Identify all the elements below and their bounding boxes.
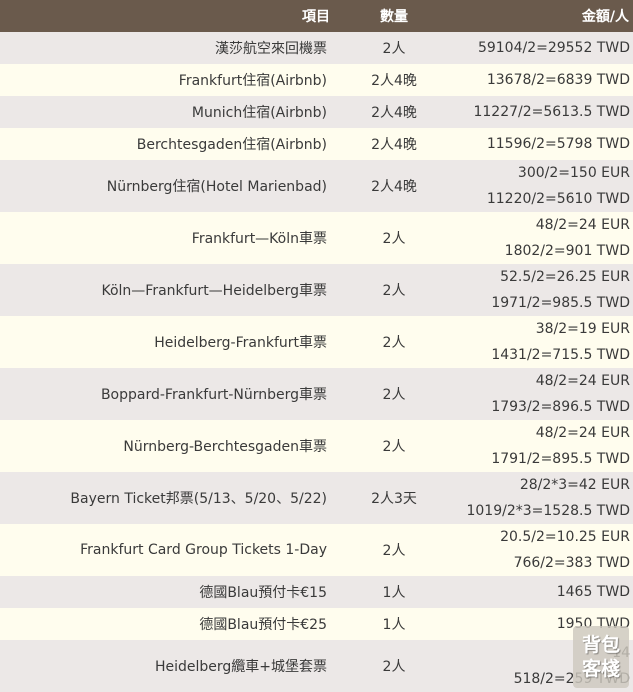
amount-line: 48/2=24 EUR [535, 217, 630, 233]
row-amount: 1465 TWD [454, 576, 633, 608]
table-row: Frankfurt住宿(Airbnb) 2人4晚 13678/2=6839 TW… [0, 64, 633, 96]
amount-line: 11227/2=5613.5 TWD [473, 104, 630, 120]
row-amount: 13678/2=6839 TWD [454, 64, 633, 96]
row-amount: 48/2=24 EUR 1791/2=895.5 TWD [454, 420, 633, 472]
amount-line: 11220/2=5610 TWD [486, 191, 630, 207]
amount-line: 1802/2=901 TWD [504, 243, 630, 259]
table-header: 項目 數量 金額/人 [0, 0, 633, 32]
row-qty: 2人 [382, 41, 406, 57]
header-row: 項目 數量 金額/人 [0, 0, 633, 32]
row-qty: 2人4晚 [371, 105, 417, 121]
amount-line: 300/2=150 EUR [517, 165, 630, 181]
row-amount: 11227/2=5613.5 TWD [454, 96, 633, 128]
table-row: Bayern Ticket邦票(5/13、5/20、5/22) 2人3天 28/… [0, 472, 633, 524]
row-item: 德國Blau預付卡€25 [199, 617, 327, 633]
amount-line: 48/2=24 EUR [535, 373, 630, 389]
row-qty: 2人3天 [371, 491, 417, 507]
table-row: Heidelberg-Frankfurt車票 2人 38/2=19 EUR 143… [0, 316, 633, 368]
table-body: 漢莎航空來回機票 2人 59104/2=29552 TWD Frankfurt住… [0, 32, 633, 692]
row-item: Frankfurt Card Group Tickets 1-Day [80, 542, 327, 558]
amount-line: 1791/2=895.5 TWD [491, 451, 630, 467]
row-qty: 2人 [382, 231, 406, 247]
row-item: Heidelberg-Frankfurt車票 [154, 335, 327, 351]
header-item: 項目 [302, 9, 330, 25]
table-row: Köln—Frankfurt—Heidelberg車票 2人 52.5/2=26… [0, 264, 633, 316]
row-qty: 2人 [382, 335, 406, 351]
row-amount: 38/2=19 EUR 1431/2=715.5 TWD [454, 316, 633, 368]
table-row: Nürnberg住宿(Hotel Marienbad) 2人4晚 300/2=1… [0, 160, 633, 212]
row-amount: 59104/2=29552 TWD [454, 32, 633, 64]
amount-line: 1465 TWD [556, 584, 630, 600]
amount-line: 59104/2=29552 TWD [477, 40, 630, 56]
row-qty: 1人 [382, 585, 406, 601]
amount-line: 48/2=24 EUR [535, 425, 630, 441]
row-item: Nürnberg-Berchtesgaden車票 [123, 439, 327, 455]
watermark-line-2: 客棧 [581, 658, 620, 680]
row-amount: 20.5/2=10.25 EUR 766/2=383 TWD [454, 524, 633, 576]
row-amount: 48/2=24 EUR 1802/2=901 TWD [454, 212, 633, 264]
table-row: 德國Blau預付卡€25 1人 1950 TWD [0, 608, 633, 640]
row-qty: 2人 [382, 387, 406, 403]
watermark-logo: 背包 客棧 [573, 626, 629, 688]
row-item: Nürnberg住宿(Hotel Marienbad) [106, 179, 327, 195]
row-qty: 2人4晚 [371, 73, 417, 89]
amount-line: 52.5/2=26.25 EUR [500, 269, 630, 285]
row-item: Heidelberg纜車+城堡套票 [154, 659, 327, 675]
cost-table: 項目 數量 金額/人 漢莎航空來回機票 2人 59104/2=29552 TWD… [0, 0, 633, 692]
amount-line: 1019/2*3=1528.5 TWD [466, 503, 630, 519]
row-item: 德國Blau預付卡€15 [199, 585, 327, 601]
amount-line: 11596/2=5798 TWD [486, 136, 630, 152]
table-row: Munich住宿(Airbnb) 2人4晚 11227/2=5613.5 TWD [0, 96, 633, 128]
amount-line: 28/2*3=42 EUR [519, 477, 630, 493]
row-qty: 2人4晚 [371, 137, 417, 153]
row-amount: 28/2*3=42 EUR 1019/2*3=1528.5 TWD [454, 472, 633, 524]
row-qty: 1人 [382, 617, 406, 633]
amount-line: 20.5/2=10.25 EUR [500, 529, 630, 545]
row-item: Bayern Ticket邦票(5/13、5/20、5/22) [70, 491, 327, 507]
table-row: Frankfurt—Köln車票 2人 48/2=24 EUR 1802/2=90… [0, 212, 633, 264]
row-amount: 48/2=24 EUR 1793/2=896.5 TWD [454, 368, 633, 420]
amount-line: 1431/2=715.5 TWD [491, 347, 630, 363]
table-row: Boppard-Frankfurt-Nürnberg車票 2人 48/2=24 … [0, 368, 633, 420]
amount-line: 38/2=19 EUR [535, 321, 630, 337]
amount-line: 1793/2=896.5 TWD [491, 399, 630, 415]
row-qty: 2人 [382, 543, 406, 559]
row-qty: 2人 [382, 439, 406, 455]
row-item: Frankfurt住宿(Airbnb) [178, 73, 327, 89]
amount-line: 13678/2=6839 TWD [486, 72, 630, 88]
row-amount: 52.5/2=26.25 EUR 1971/2=985.5 TWD [454, 264, 633, 316]
table-row: Nürnberg-Berchtesgaden車票 2人 48/2=24 EUR 1… [0, 420, 633, 472]
row-item: Köln—Frankfurt—Heidelberg車票 [101, 283, 327, 299]
amount-line: 1971/2=985.5 TWD [491, 295, 630, 311]
table-row: Berchtesgaden住宿(Airbnb) 2人4晚 11596/2=579… [0, 128, 633, 160]
row-amount: 300/2=150 EUR 11220/2=5610 TWD [454, 160, 633, 212]
watermark-line-1: 背包 [581, 634, 620, 656]
amount-line: 766/2=383 TWD [513, 555, 630, 571]
row-qty: 2人 [382, 659, 406, 675]
row-item: Munich住宿(Airbnb) [191, 105, 327, 121]
row-qty: 2人 [382, 283, 406, 299]
table-row: Frankfurt Card Group Tickets 1-Day 2人 20… [0, 524, 633, 576]
table-row: Heidelberg纜車+城堡套票 2人 14518/2=259 TWD [0, 640, 633, 692]
header-amount: 金額/人 [581, 9, 629, 25]
row-amount: 11596/2=5798 TWD [454, 128, 633, 160]
row-item: Boppard-Frankfurt-Nürnberg車票 [100, 387, 327, 403]
table-row: 漢莎航空來回機票 2人 59104/2=29552 TWD [0, 32, 633, 64]
table-row: 德國Blau預付卡€15 1人 1465 TWD [0, 576, 633, 608]
row-item: 漢莎航空來回機票 [215, 41, 327, 57]
row-item: Berchtesgaden住宿(Airbnb) [136, 137, 327, 153]
row-qty: 2人4晚 [371, 179, 417, 195]
header-qty: 數量 [380, 9, 408, 25]
row-item: Frankfurt—Köln車票 [191, 231, 327, 247]
